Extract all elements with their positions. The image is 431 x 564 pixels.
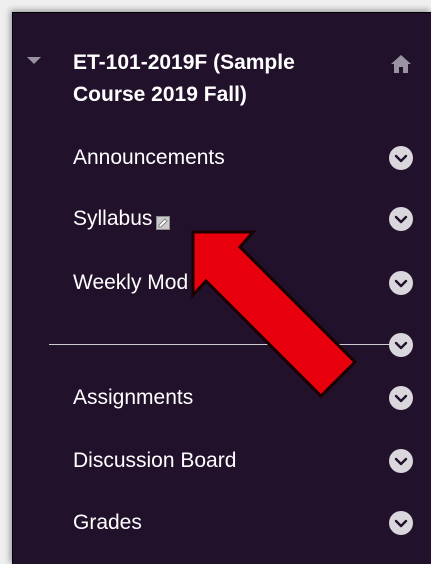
menu-item-label: Weekly Mod: [73, 271, 189, 294]
screenshot-frame: ET-101-2019F (Sample Course 2019 Fall) A…: [0, 0, 431, 564]
menu-item-label: Discussion Board: [73, 449, 237, 472]
course-header[interactable]: ET-101-2019F (Sample Course 2019 Fall): [13, 13, 431, 113]
menu-item-assignments[interactable]: Assignments: [13, 378, 431, 418]
chevron-down-circle-icon[interactable]: [389, 511, 413, 535]
course-title-line-2: Course 2019 Fall): [73, 83, 247, 106]
menu-item-label: Assignments: [73, 386, 194, 409]
edit-link-icon: [156, 210, 171, 231]
menu-item-announcements[interactable]: Announcements: [13, 138, 431, 178]
menu-item-syllabus-label: Syllabus: [73, 205, 171, 233]
menu-item-label: Grades: [73, 511, 142, 534]
course-menu-panel: ET-101-2019F (Sample Course 2019 Fall) A…: [12, 12, 431, 564]
caret-down-icon[interactable]: [27, 57, 41, 64]
chevron-down-circle-icon[interactable]: [389, 146, 413, 170]
menu-item-label: Announcements: [73, 146, 225, 169]
menu-item-grades[interactable]: Grades: [13, 503, 431, 543]
menu-item-discussion-board[interactable]: Discussion Board: [13, 441, 431, 481]
menu-divider: [13, 333, 431, 357]
home-icon[interactable]: [390, 53, 412, 75]
chevron-down-circle-icon[interactable]: [389, 333, 413, 357]
chevron-down-circle-icon[interactable]: [389, 386, 413, 410]
chevron-down-circle-icon[interactable]: [389, 207, 413, 231]
divider-line: [49, 344, 395, 345]
course-title[interactable]: ET-101-2019F (Sample Course 2019 Fall): [73, 47, 363, 111]
chevron-down-circle-icon[interactable]: [389, 271, 413, 295]
menu-item-weekly-modules[interactable]: Weekly Mod: [13, 263, 431, 303]
course-title-line-1: ET-101-2019F (Sample: [73, 51, 295, 74]
menu-item-label: Syllabus: [73, 207, 153, 230]
chevron-down-circle-icon[interactable]: [389, 449, 413, 473]
menu-item-syllabus[interactable]: Syllabus: [13, 199, 431, 239]
